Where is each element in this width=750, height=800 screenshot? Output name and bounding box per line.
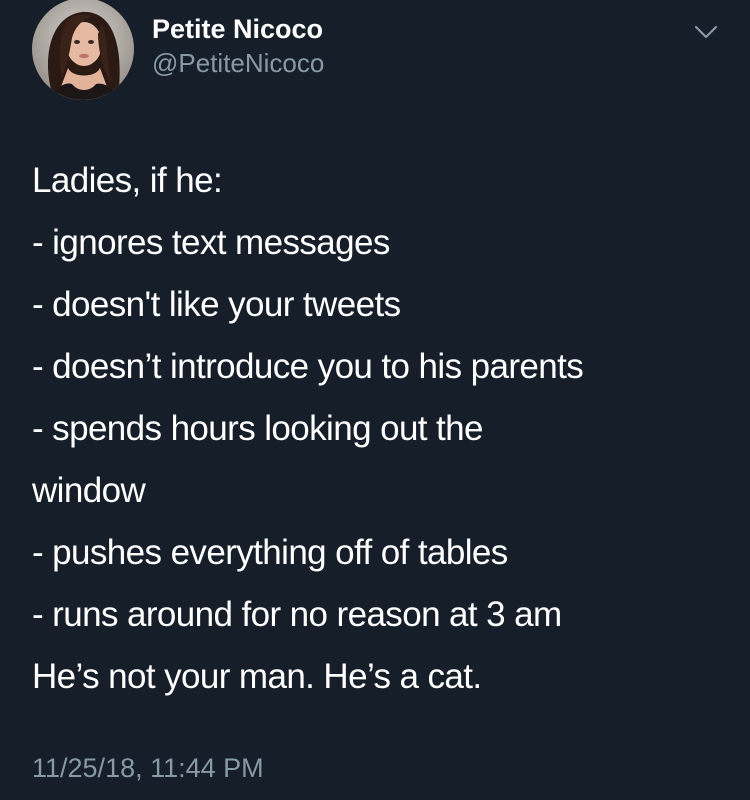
chevron-down-icon[interactable]	[692, 22, 720, 42]
tweet-header: Petite Nicoco @PetiteNicoco	[32, 0, 732, 100]
tweet-intro: Ladies, if he:	[32, 161, 223, 200]
avatar-image	[32, 0, 134, 100]
tweet-list-item: - doesn’t introduce you to his parents	[32, 347, 584, 386]
tweet-list-item: - spends hours looking out the	[32, 409, 484, 448]
tweet-closing: He’s not your man. He’s a cat.	[32, 657, 482, 696]
tweet-list-item: - doesn't like your tweets	[32, 285, 401, 324]
tweet-text: Ladies, if he: - ignores text messages -…	[32, 150, 732, 708]
user-handle[interactable]: @PetiteNicoco	[152, 46, 324, 80]
tweet-card: Petite Nicoco @PetiteNicoco Ladies, if h…	[0, 0, 750, 800]
tweet-list-item: - runs around for no reason at 3 am	[32, 595, 562, 634]
tweet-timestamp[interactable]: 11/25/18, 11:44 PM	[32, 751, 264, 785]
tweet-list-item: - ignores text messages	[32, 223, 390, 262]
author-names: Petite Nicoco @PetiteNicoco	[152, 12, 324, 80]
tweet-list-item: - pushes everything off of tables	[32, 533, 508, 572]
display-name[interactable]: Petite Nicoco	[152, 12, 324, 46]
avatar[interactable]	[32, 0, 134, 100]
tweet-list-item-continuation: window	[32, 471, 146, 510]
